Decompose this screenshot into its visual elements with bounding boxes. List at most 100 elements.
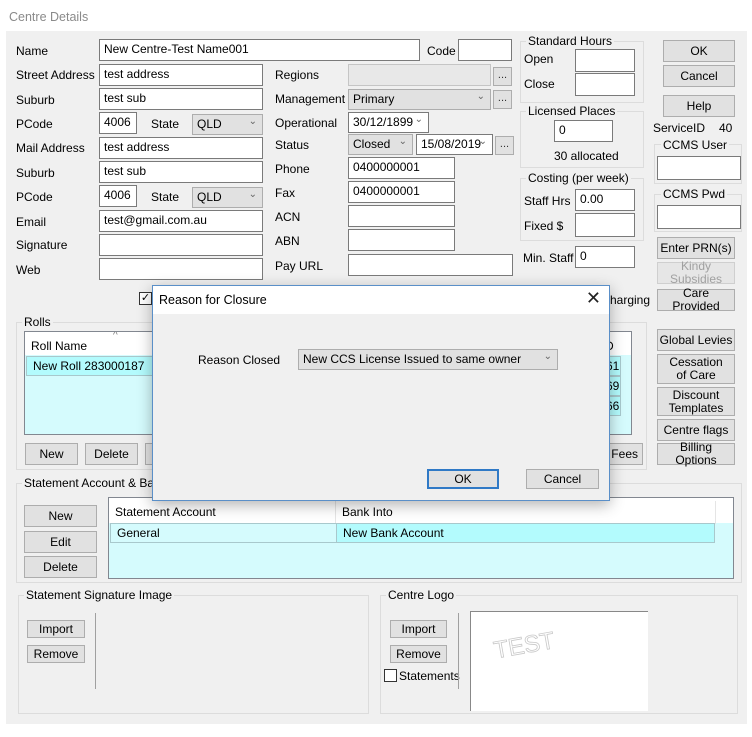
window-title: Centre Details xyxy=(9,10,89,24)
reason-closed-value: New CCS License Issued to same owner xyxy=(303,352,522,366)
discount-templates-button[interactable]: Discount Templates xyxy=(657,387,735,416)
status-date-value: 15/08/2019 xyxy=(421,137,482,151)
abn-label: ABN xyxy=(275,234,300,248)
management-select[interactable]: Primary ⌄ xyxy=(348,89,491,110)
status-label: Status xyxy=(275,138,310,152)
mail-suburb-input[interactable]: test sub xyxy=(99,161,263,183)
abn-input[interactable] xyxy=(348,229,455,251)
street-address-label: Street Address xyxy=(16,68,95,82)
signature-input[interactable] xyxy=(99,234,263,256)
ccms-user-input[interactable] xyxy=(657,156,741,180)
pay-url-input[interactable] xyxy=(348,254,513,276)
licensed-places-title: Licensed Places xyxy=(526,104,618,118)
standard-hours-title: Standard Hours xyxy=(526,34,615,48)
dialog-title-bar[interactable]: Reason for Closure ✕ xyxy=(153,286,609,314)
signature-import-button[interactable]: Import xyxy=(27,620,85,638)
mail-pcode-label: PCode xyxy=(16,190,53,204)
sort-ascending-icon: ^ xyxy=(113,331,118,341)
status-date-picker[interactable]: 15/08/2019 ⌄ xyxy=(416,134,493,155)
mail-state-label: State xyxy=(151,190,180,204)
statement-edit-button[interactable]: Edit xyxy=(24,531,97,553)
code-input[interactable] xyxy=(458,39,512,61)
close-icon[interactable]: ✕ xyxy=(586,288,601,309)
state-label: State xyxy=(151,117,180,131)
acn-input[interactable] xyxy=(348,205,455,227)
signature-remove-button[interactable]: Remove xyxy=(27,645,85,663)
name-input[interactable]: New Centre-Test Name001 xyxy=(99,39,420,61)
mail-address-label: Mail Address xyxy=(16,141,85,155)
dialog-cancel-button[interactable]: Cancel xyxy=(526,469,599,489)
enter-prn-button[interactable]: Enter PRN(s) xyxy=(657,237,735,259)
charging-checkbox[interactable]: ✓ xyxy=(139,292,152,305)
pcode-label: PCode xyxy=(16,117,53,131)
reason-closed-label: Reason Closed xyxy=(198,353,281,367)
licensed-places-input[interactable]: 0 xyxy=(554,120,613,142)
centre-logo-title: Centre Logo xyxy=(386,588,457,602)
dialog-ok-button[interactable]: OK xyxy=(427,469,499,489)
logo-import-button[interactable]: Import xyxy=(390,620,447,638)
status-ellipsis-button[interactable]: ... xyxy=(495,136,514,155)
fax-input[interactable]: 0400000001 xyxy=(348,181,455,203)
open-input[interactable] xyxy=(575,49,635,72)
fixed-label: Fixed $ xyxy=(524,219,564,233)
web-input[interactable] xyxy=(99,258,263,280)
logo-remove-button[interactable]: Remove xyxy=(390,645,447,663)
reason-closed-select[interactable]: New CCS License Issued to same owner ⌄ xyxy=(298,349,558,370)
min-staff-input[interactable]: 0 xyxy=(575,246,635,268)
rolls-new-button[interactable]: New xyxy=(25,443,78,465)
statements-checkbox[interactable] xyxy=(384,669,397,682)
chevron-down-icon: ⌄ xyxy=(478,136,487,147)
statement-account-title: Statement Account & Bank xyxy=(22,476,169,490)
statement-new-button[interactable]: New xyxy=(24,505,97,527)
statement-delete-button[interactable]: Delete xyxy=(24,556,97,578)
street-address-input[interactable]: test address xyxy=(99,64,263,86)
cancel-button[interactable]: Cancel xyxy=(663,65,735,87)
kindy-subsidies-button[interactable]: Kindy Subsidies xyxy=(657,260,735,286)
email-input[interactable]: test@gmail.com.au xyxy=(99,210,263,232)
management-ellipsis-button[interactable]: ... xyxy=(493,90,512,109)
phone-input[interactable]: 0400000001 xyxy=(348,157,455,179)
care-provided-button[interactable]: Care Provided xyxy=(657,287,735,313)
close-label: Close xyxy=(524,77,555,91)
state-select[interactable]: QLD ⌄ xyxy=(192,114,263,135)
suburb-input[interactable]: test sub xyxy=(99,88,263,110)
billing-options-button[interactable]: Billing Options xyxy=(657,441,735,467)
regions-ellipsis-button[interactable]: ... xyxy=(493,67,512,86)
bank-into-column-header[interactable]: Bank Into xyxy=(336,501,716,524)
ccms-pwd-input[interactable] xyxy=(657,205,741,229)
status-select[interactable]: Closed ⌄ xyxy=(348,134,413,155)
signature-image-title: Statement Signature Image xyxy=(24,588,175,602)
staff-hrs-input[interactable]: 0.00 xyxy=(575,189,635,211)
mail-pcode-input[interactable]: 4006 xyxy=(99,185,137,207)
rolls-delete-button[interactable]: Delete xyxy=(85,443,138,465)
management-value: Primary xyxy=(353,92,395,106)
close-input[interactable] xyxy=(575,73,635,96)
table-row[interactable]: General New Bank Account xyxy=(110,523,715,543)
charging-label-fragment: harging xyxy=(610,293,651,307)
statements-label: Statements xyxy=(399,669,460,683)
pcode-input[interactable]: 4006 xyxy=(99,112,137,134)
global-levies-button[interactable]: Global Levies xyxy=(657,329,735,351)
chevron-down-icon: ⌄ xyxy=(414,114,423,125)
help-button[interactable]: Help xyxy=(663,95,735,117)
mail-state-select[interactable]: QLD ⌄ xyxy=(192,187,263,208)
chevron-down-icon: ⌄ xyxy=(248,116,257,127)
operational-date-picker[interactable]: 30/12/1899 ⌄ xyxy=(348,112,429,133)
regions-input[interactable] xyxy=(348,64,491,86)
ccms-pwd-title: CCMS Pwd xyxy=(661,187,728,201)
regions-label: Regions xyxy=(275,68,320,82)
mail-suburb-label: Suburb xyxy=(16,166,55,180)
statement-account-cell: General xyxy=(111,524,337,542)
statement-grid-header: Statement Account Bank Into xyxy=(109,498,733,524)
centre-flags-button[interactable]: Centre flags xyxy=(657,419,735,441)
statement-account-column-header[interactable]: Statement Account xyxy=(109,501,336,524)
pay-url-label: Pay URL xyxy=(275,259,324,273)
fixed-input[interactable] xyxy=(575,213,635,237)
cessation-of-care-button[interactable]: Cessation of Care xyxy=(657,354,735,384)
email-label: Email xyxy=(16,215,47,229)
bank-into-cell: New Bank Account xyxy=(343,526,444,540)
statement-account-grid[interactable]: Statement Account Bank Into General New … xyxy=(108,497,734,579)
ok-button[interactable]: OK xyxy=(663,40,735,62)
mail-address-input[interactable]: test address xyxy=(99,137,263,159)
mail-state-value: QLD xyxy=(197,190,222,204)
